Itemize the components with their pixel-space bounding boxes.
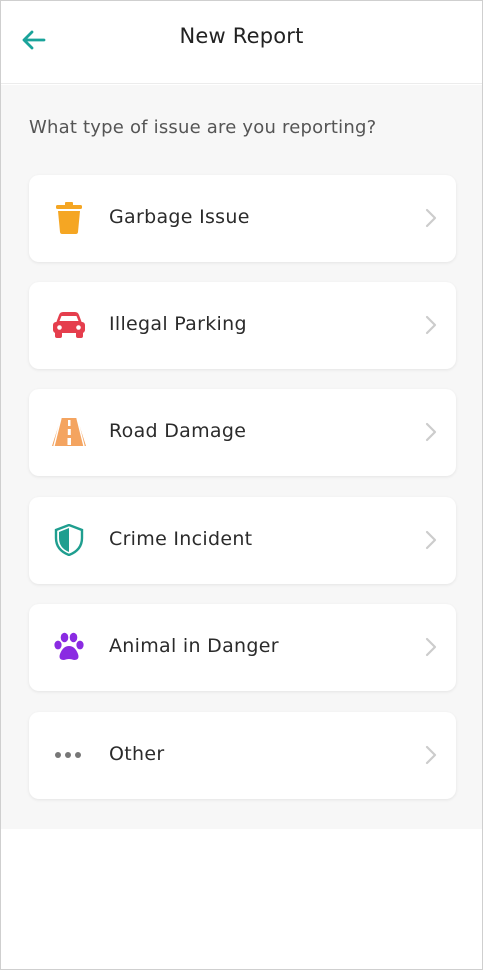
ellipsis-icon — [51, 737, 87, 773]
option-label: Road Damage — [109, 420, 247, 442]
chevron-right-icon — [424, 635, 438, 659]
top-bar: New Report — [1, 1, 482, 84]
question-text: What type of issue are you reporting? — [29, 117, 377, 138]
option-label: Animal in Danger — [109, 635, 279, 657]
option-garbage-issue[interactable]: Garbage Issue — [29, 175, 456, 262]
option-label: Crime Incident — [109, 528, 253, 550]
page-title: New Report — [179, 24, 304, 48]
trash-can-icon — [51, 200, 87, 236]
chevron-right-icon — [424, 743, 438, 767]
option-label: Other — [109, 743, 165, 765]
option-illegal-parking[interactable]: Illegal Parking — [29, 282, 456, 369]
option-road-damage[interactable]: Road Damage — [29, 389, 456, 476]
option-animal-in-danger[interactable]: Animal in Danger — [29, 604, 456, 691]
option-label: Garbage Issue — [109, 206, 250, 228]
chevron-right-icon — [424, 420, 438, 444]
option-other[interactable]: Other — [29, 712, 456, 799]
road-icon — [51, 414, 87, 450]
report-type-panel: What type of issue are you reporting? Ga… — [1, 85, 482, 829]
chevron-right-icon — [424, 528, 438, 552]
shield-icon — [51, 522, 87, 558]
app-screen: New Report What type of issue are you re… — [0, 0, 483, 970]
car-icon — [51, 307, 87, 343]
chevron-right-icon — [424, 206, 438, 230]
option-label: Illegal Parking — [109, 313, 247, 335]
option-crime-incident[interactable]: Crime Incident — [29, 497, 456, 584]
paw-icon — [51, 629, 87, 665]
chevron-right-icon — [424, 313, 438, 337]
